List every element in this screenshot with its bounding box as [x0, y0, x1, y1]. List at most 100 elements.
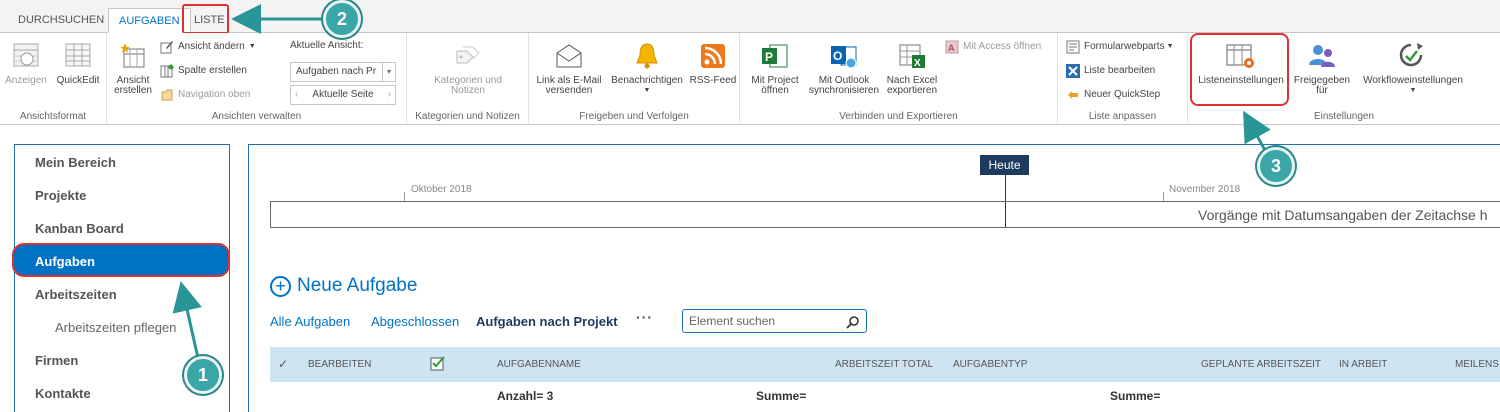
ansicht-erstellen-button[interactable]: Ansicht erstellen	[111, 41, 155, 96]
group-label-ansichtsformat: Ansichtsformat	[19, 111, 87, 122]
view-alle-aufgaben[interactable]: Alle Aufgaben	[270, 314, 350, 329]
quickedit-button[interactable]: QuickEdit	[52, 41, 104, 86]
column-header-in-arbeit[interactable]: In Arbeit	[1339, 359, 1387, 370]
chevron-down-icon: ▼	[1166, 43, 1174, 50]
chevron-down-icon: ▼	[643, 87, 651, 94]
spalte-erstellen-button[interactable]: Spalte erstellen	[160, 62, 247, 80]
group-label-freigeben: Freigeben und Verfolgen	[579, 111, 689, 122]
sidebar-item-projekte[interactable]: Projekte	[35, 188, 86, 203]
chevron-left-icon[interactable]: ‹	[295, 86, 298, 104]
svg-text:P: P	[765, 50, 773, 64]
search-input[interactable]: Element suchen	[682, 309, 867, 333]
people-icon	[1306, 41, 1338, 71]
bell-icon	[631, 41, 663, 71]
timeline-month-oktober: Oktober 2018	[411, 184, 472, 195]
outlook-icon: O	[828, 41, 860, 71]
tab-aufgaben[interactable]: AUFGABEN	[108, 8, 191, 33]
rss-feed-button[interactable]: RSS-Feed	[689, 41, 737, 86]
benachrichtigen-button[interactable]: Benachrichtigen ▼	[607, 41, 687, 96]
freigegeben-fuer-button[interactable]: Freigegeben für	[1290, 41, 1354, 96]
search-icon[interactable]	[846, 314, 860, 336]
listeneinstellungen-highlight	[1190, 33, 1289, 106]
column-header-arbeitszeit-total[interactable]: Arbeitszeit total	[835, 359, 933, 370]
group-label-einstellungen: Einstellungen	[1313, 111, 1375, 122]
sidebar-item-arbeitszeiten[interactable]: Arbeitszeiten	[35, 287, 117, 302]
ansicht-aendern-button[interactable]: Ansicht ändern ▼	[160, 38, 256, 56]
sidebar-item-arbeitszeiten-pflegen[interactable]: Arbeitszeiten pflegen	[55, 320, 176, 335]
nach-excel-exportieren-button[interactable]: X Nach Excel exportieren	[882, 41, 942, 96]
spalte-erstellen-label: Spalte erstellen	[178, 65, 247, 76]
callout-step-3: 3	[1257, 147, 1295, 185]
view-abgeschlossen[interactable]: Abgeschlossen	[371, 314, 459, 329]
search-placeholder: Element suchen	[689, 314, 776, 328]
workfloweinstellungen-label: Workfloweinstellungen	[1363, 75, 1463, 86]
column-header-meilenstein[interactable]: Meilens	[1455, 359, 1499, 370]
svg-text:X: X	[914, 58, 921, 69]
group-ansichtsformat: Anzeigen QuickEdit Ansichtsformat	[0, 33, 107, 125]
rss-icon	[697, 41, 729, 71]
summary-geplante-arbeitszeit: Summe=	[1110, 389, 1161, 403]
table-header: ✓ Bearbeiten Aufgabenname Arbeitszeit to…	[270, 347, 1500, 382]
quickedit-grid-icon	[62, 41, 94, 71]
svg-text:A: A	[948, 43, 955, 53]
excel-icon: X	[896, 41, 928, 71]
access-label: Mit Access öffnen	[963, 41, 1042, 52]
sidebar-item-kanban-board[interactable]: Kanban Board	[35, 221, 124, 236]
liste-bearbeiten-button[interactable]: Liste bearbeiten	[1066, 62, 1155, 80]
column-header-aufgabentyp[interactable]: Aufgabentyp	[953, 359, 1027, 370]
plus-circle-icon: +	[270, 275, 291, 297]
email-link-button[interactable]: Link als E-Mail versenden	[533, 41, 605, 96]
sidebar-item-kontakte[interactable]: Kontakte	[35, 386, 91, 401]
aktuelle-ansicht-value: Aufgaben nach Pr	[296, 66, 377, 77]
kategorien-label-2: Notizen	[451, 85, 485, 96]
timeline-month-november: November 2018	[1169, 184, 1241, 195]
add-column-icon	[160, 64, 174, 78]
anzeigen-button[interactable]: Anzeigen	[4, 41, 48, 86]
sidebar-item-mein-bereich[interactable]: Mein Bereich	[35, 155, 116, 170]
aktuelle-ansicht-label: Aktuelle Ansicht:	[290, 40, 364, 51]
timeline-placeholder-text: Vorgänge mit Datumsangaben der Zeitachse…	[1198, 207, 1488, 223]
project-icon: P	[759, 41, 791, 71]
sidebar-item-aufgaben[interactable]: Aufgaben	[35, 254, 95, 269]
aktuelle-seite-pager[interactable]: ‹ Aktuelle Seite ›	[290, 85, 396, 105]
formularwebparts-button[interactable]: Formularwebparts ▼	[1066, 38, 1174, 56]
callout-step-1: 1	[184, 356, 222, 394]
chevron-down-icon: ▼	[248, 43, 256, 50]
workfloweinstellungen-button[interactable]: Workfloweinstellungen ▼	[1356, 41, 1470, 96]
mit-access-oeffnen-button[interactable]: A Mit Access öffnen	[945, 38, 1041, 56]
benachrichtigen-label: Benachrichtigen	[611, 75, 683, 86]
tags-notes-icon	[452, 41, 484, 71]
timeline-today-marker: Heute	[980, 155, 1029, 175]
aktuelle-seite-label: Aktuelle Seite	[312, 89, 374, 100]
quickstep-icon	[1066, 88, 1080, 102]
neuer-quickstep-button[interactable]: Neuer QuickStep	[1066, 86, 1160, 104]
navigation-oben-button[interactable]: Navigation oben	[160, 86, 250, 104]
new-task-link[interactable]: + Neue Aufgabe	[270, 275, 417, 297]
navigation-oben-label: Navigation oben	[178, 89, 251, 100]
sidebar-item-firmen[interactable]: Firmen	[35, 353, 78, 368]
navigate-up-icon	[160, 88, 174, 102]
quickedit-label: QuickEdit	[56, 75, 100, 86]
email-label-2: versenden	[545, 85, 593, 96]
ansicht-erstellen-label-2: erstellen	[114, 85, 152, 96]
mit-outlook-sync-button[interactable]: O Mit Outlook synchronisieren	[806, 41, 882, 96]
view-aufgaben-nach-projekt[interactable]: Aufgaben nach Projekt	[476, 314, 618, 329]
aktuelle-ansicht-select[interactable]: Aufgaben nach Pr ▾	[290, 62, 396, 82]
more-views-ellipsis[interactable]: ···	[636, 309, 653, 325]
mit-project-oeffnen-button[interactable]: P Mit Project öffnen	[744, 41, 806, 96]
standard-view-icon	[10, 41, 42, 71]
access-icon: A	[945, 40, 959, 54]
edit-view-icon	[160, 40, 174, 54]
project-label-2: öffnen	[761, 85, 789, 96]
chevron-down-icon: ▼	[1409, 87, 1417, 94]
column-header-aufgabenname[interactable]: Aufgabenname	[497, 359, 581, 370]
select-all-checkmark-icon[interactable]: ✓	[278, 357, 288, 371]
callout-step-2: 2	[323, 0, 361, 38]
column-header-geplante-arbeitszeit[interactable]: Geplante Arbeitszeit	[1201, 359, 1321, 370]
formularwebparts-label: Formularwebparts	[1084, 41, 1165, 52]
create-view-icon	[117, 41, 149, 71]
chevron-right-icon[interactable]: ›	[388, 86, 391, 104]
tab-durchsuchen[interactable]: DURCHSUCHEN	[8, 8, 114, 33]
kategorien-notizen-button[interactable]: Kategorien und Notizen	[417, 41, 519, 96]
column-header-bearbeiten[interactable]: Bearbeiten	[308, 359, 371, 370]
